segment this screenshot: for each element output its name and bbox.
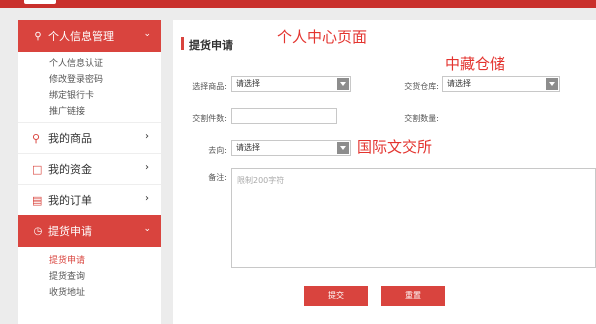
chevron-down-icon	[546, 78, 558, 90]
remark-textarea[interactable]: 限制200字符	[231, 168, 596, 268]
sidebar-item-my-products[interactable]: ⚲ 我的商品 ›	[18, 122, 161, 153]
submit-button[interactable]: 提交	[304, 286, 368, 306]
sidebar-item-label: 提货申请	[48, 225, 92, 238]
sidebar-item-personal-info[interactable]: ⚲ 个人信息管理 ⌄	[18, 20, 161, 52]
page-title: 提货申请	[189, 39, 233, 52]
reset-button[interactable]: 重置	[381, 286, 445, 306]
document-icon: ▤	[32, 193, 43, 207]
destination-select-value: 请选择	[236, 143, 260, 152]
chevron-right-icon: ›	[145, 131, 149, 142]
pieces-input[interactable]	[231, 108, 337, 124]
submenu-item-identity-verification[interactable]: 个人信息认证	[49, 56, 161, 72]
clock-icon: ◷	[33, 225, 43, 237]
warehouse-select-value: 请选择	[447, 79, 471, 88]
user-tag-icon: ⚲	[32, 131, 41, 145]
sidebar-item-label: 我的订单	[48, 194, 92, 207]
sidebar-item-pickup[interactable]: ◷ 提货申请 ⌄	[18, 215, 161, 247]
annotation-intl-exchange: 国际文交所	[357, 138, 433, 156]
submenu-personal-info: 个人信息认证 修改登录密码 绑定银行卡 推广链接	[18, 52, 161, 122]
user-icon: ⚲	[34, 30, 42, 42]
remark-placeholder: 限制200字符	[237, 176, 285, 185]
warehouse-label: 交货仓库:	[404, 82, 439, 91]
submenu-item-shipping-address[interactable]: 收货地址	[49, 285, 161, 301]
submenu-pickup: 提货申请 提货查询 收货地址	[18, 247, 161, 303]
submenu-item-change-password[interactable]: 修改登录密码	[49, 72, 161, 88]
chevron-right-icon: ›	[145, 193, 149, 204]
annotation-storage: 中藏仓储	[445, 55, 506, 73]
chevron-right-icon: ›	[145, 162, 149, 173]
goods-select-value: 请选择	[236, 79, 260, 88]
submenu-item-pickup-apply[interactable]: 提货申请	[49, 253, 161, 269]
sidebar: ⚲ 个人信息管理 ⌄ 个人信息认证 修改登录密码 绑定银行卡 推广链接 ⚲ 我的…	[18, 20, 161, 324]
top-bar	[0, 0, 596, 8]
destination-label: 去向:	[208, 146, 227, 155]
submenu-item-promo-link[interactable]: 推广链接	[49, 104, 161, 120]
main-panel: 提货申请 个人中心页面 中藏仓储 选择商品: 请选择 交货仓库: 请选择 交割件…	[173, 20, 596, 324]
submenu-item-bind-bank-card[interactable]: 绑定银行卡	[49, 88, 161, 104]
goods-select[interactable]: 请选择	[231, 76, 351, 92]
quantity-label: 交割数量:	[404, 114, 439, 123]
sidebar-item-my-orders[interactable]: ▤ 我的订单 ›	[18, 184, 161, 215]
pieces-label: 交割件数:	[192, 114, 227, 123]
warehouse-select[interactable]: 请选择	[442, 76, 560, 92]
sidebar-item-label: 我的资金	[48, 163, 92, 176]
page: ⚲ 个人信息管理 ⌄ 个人信息认证 修改登录密码 绑定银行卡 推广链接 ⚲ 我的…	[0, 0, 596, 324]
wallet-icon: □	[32, 162, 43, 176]
sidebar-item-label: 个人信息管理	[48, 30, 114, 43]
annotation-personal-center: 个人中心页面	[277, 28, 368, 46]
submenu-item-pickup-query[interactable]: 提货查询	[49, 269, 161, 285]
chevron-down-icon: ⌄	[143, 224, 151, 234]
chevron-down-icon: ⌄	[143, 29, 151, 39]
sidebar-item-label: 我的商品	[48, 132, 92, 145]
title-accent	[181, 37, 184, 50]
chevron-down-icon	[337, 142, 349, 154]
logo[interactable]	[22, 0, 58, 6]
sidebar-item-my-funds[interactable]: □ 我的资金 ›	[18, 153, 161, 184]
chevron-down-icon	[337, 78, 349, 90]
remark-label: 备注:	[208, 173, 227, 182]
goods-label: 选择商品:	[192, 82, 227, 91]
destination-select[interactable]: 请选择	[231, 140, 351, 156]
